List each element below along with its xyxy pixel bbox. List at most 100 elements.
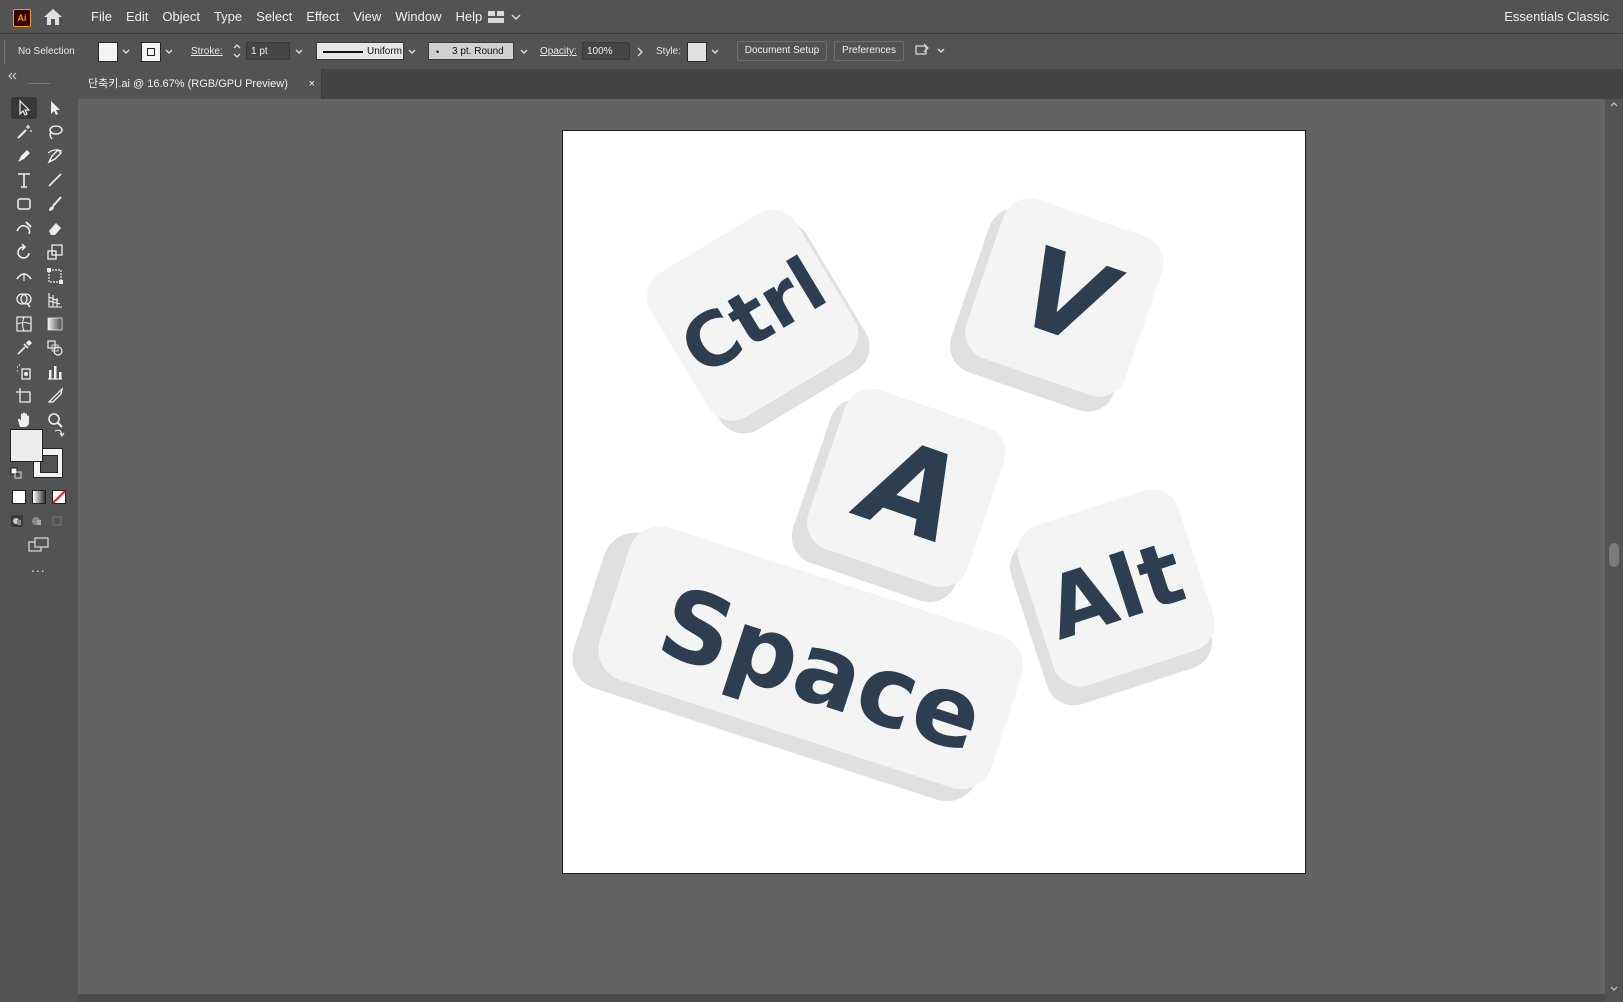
collapse-panel-icon[interactable] xyxy=(0,69,78,85)
opacity-label[interactable]: Opacity: xyxy=(540,34,577,69)
arrange-icon[interactable] xyxy=(914,42,948,60)
chevron-down-icon[interactable] xyxy=(519,43,529,61)
direct-selection-arrow-icon xyxy=(51,101,60,115)
document-tab[interactable]: 단축키.ai @ 16.67% (RGB/GPU Preview) × xyxy=(78,69,322,99)
menu-view[interactable]: View xyxy=(346,9,388,24)
menu-window[interactable]: Window xyxy=(388,9,448,24)
width-icon xyxy=(16,273,32,281)
chevron-down-icon[interactable] xyxy=(710,43,720,61)
blend-tool[interactable] xyxy=(42,337,68,359)
rotate-tool[interactable] xyxy=(11,241,37,263)
close-icon[interactable]: × xyxy=(309,69,315,99)
line-segment-icon xyxy=(48,173,62,187)
rotate-icon xyxy=(17,243,30,259)
paintbrush-icon xyxy=(49,196,62,211)
perspective-grid-icon xyxy=(48,293,62,308)
mesh-tool[interactable] xyxy=(11,313,37,335)
gradient-tool[interactable] xyxy=(42,313,68,335)
mesh-icon xyxy=(16,316,32,332)
keycap-illustration[interactable]: Ctrl V A Alt Space xyxy=(563,131,1305,873)
paintbrush-tool[interactable] xyxy=(42,193,68,215)
stroke-profile-select[interactable]: Uniform xyxy=(316,42,404,60)
screen-mode-icon[interactable] xyxy=(28,537,50,553)
arrange-documents-icon[interactable] xyxy=(488,10,528,24)
perspective-grid-tool[interactable] xyxy=(42,289,68,311)
preferences-button[interactable]: Preferences xyxy=(834,41,904,61)
shape-builder-icon xyxy=(16,293,32,308)
scrollbar-thumb[interactable] xyxy=(1609,543,1619,567)
home-icon[interactable] xyxy=(42,7,64,27)
menu-edit[interactable]: Edit xyxy=(119,9,155,24)
key-v[interactable]: V xyxy=(942,187,1171,421)
stroke-weight-field[interactable]: 1 pt xyxy=(246,42,290,60)
fill-swatch[interactable] xyxy=(98,42,118,62)
menu-effect[interactable]: Effect xyxy=(299,9,346,24)
eyedropper-tool[interactable] xyxy=(11,337,37,359)
workspace-switcher[interactable]: Essentials Classic xyxy=(1504,0,1609,33)
curvature-tool[interactable] xyxy=(42,145,68,167)
shaper-tool[interactable] xyxy=(11,217,37,239)
column-graph-tool[interactable] xyxy=(42,361,68,383)
stroke-swatch[interactable] xyxy=(141,42,161,62)
menu-help[interactable]: Help xyxy=(448,9,489,24)
chevron-down-icon[interactable] xyxy=(294,43,304,61)
chevron-right-icon[interactable] xyxy=(635,43,645,61)
edit-toolbar-button[interactable]: ... xyxy=(31,559,46,575)
draw-modes-icon[interactable] xyxy=(10,514,70,528)
scale-tool[interactable] xyxy=(42,241,68,263)
artboard-tool[interactable] xyxy=(11,385,37,407)
menu-select[interactable]: Select xyxy=(249,9,299,24)
chevron-down-icon[interactable] xyxy=(164,43,174,61)
document-setup-button[interactable]: Document Setup xyxy=(737,41,827,61)
symbol-sprayer-icon xyxy=(17,364,31,380)
selection-tool[interactable] xyxy=(11,97,37,119)
stepper-icon[interactable] xyxy=(232,42,242,60)
chevron-down-icon[interactable] xyxy=(121,43,131,61)
menu-file[interactable]: File xyxy=(84,9,119,24)
color-mode-button[interactable] xyxy=(12,490,26,504)
stroke-label[interactable]: Stroke: xyxy=(191,34,223,69)
eraser-tool[interactable] xyxy=(42,217,68,239)
gradient-mode-button[interactable] xyxy=(32,490,46,504)
menu-bar: Ai File Edit Object Type Select Effect V… xyxy=(0,0,1623,34)
document-tab-title: 단축키.ai @ 16.67% (RGB/GPU Preview) xyxy=(88,78,288,90)
swap-colors-icon[interactable] xyxy=(53,427,65,439)
direct-selection-tool[interactable] xyxy=(42,97,68,119)
lasso-tool[interactable] xyxy=(42,121,68,143)
magic-wand-tool[interactable] xyxy=(11,121,37,143)
hand-tool[interactable] xyxy=(11,409,37,431)
shape-builder-tool[interactable] xyxy=(11,289,37,311)
brush-select[interactable]: • 3 pt. Round xyxy=(428,42,514,60)
scroll-up-icon[interactable] xyxy=(1609,99,1619,109)
main-menu: File Edit Object Type Select Effect View… xyxy=(84,0,489,33)
vertical-scrollbar[interactable] xyxy=(1605,99,1623,1002)
menu-object[interactable]: Object xyxy=(155,9,207,24)
symbol-sprayer-tool[interactable] xyxy=(11,361,37,383)
curvature-pen-icon xyxy=(47,149,63,164)
hand-icon xyxy=(18,412,29,427)
width-tool[interactable] xyxy=(11,265,37,287)
style-swatch[interactable] xyxy=(687,42,707,62)
app-logo: Ai xyxy=(13,9,31,27)
type-tool[interactable] xyxy=(11,169,37,191)
horizontal-scrollbar[interactable] xyxy=(78,994,1605,1002)
slice-knife-icon xyxy=(47,387,64,403)
menu-type[interactable]: Type xyxy=(207,9,249,24)
artboard[interactable]: Ctrl V A Alt Space xyxy=(562,130,1306,874)
none-mode-icon[interactable] xyxy=(52,490,66,504)
panel-grip-icon[interactable] xyxy=(3,40,7,64)
column-graph-icon xyxy=(48,366,62,380)
chevron-down-icon[interactable] xyxy=(407,43,417,61)
line-tool[interactable] xyxy=(42,169,68,191)
free-transform-icon xyxy=(47,268,63,284)
pen-tool[interactable] xyxy=(11,145,37,167)
scroll-down-icon[interactable] xyxy=(1609,984,1619,994)
free-transform-tool[interactable] xyxy=(42,265,68,287)
opacity-field[interactable]: 100% xyxy=(582,42,630,60)
rectangle-tool[interactable] xyxy=(11,193,37,215)
fill-color-box[interactable] xyxy=(10,429,43,462)
default-colors-icon[interactable] xyxy=(10,467,22,479)
key-alt[interactable]: Alt xyxy=(999,482,1227,713)
slice-tool[interactable] xyxy=(42,385,68,407)
selection-status: No Selection xyxy=(18,46,75,57)
